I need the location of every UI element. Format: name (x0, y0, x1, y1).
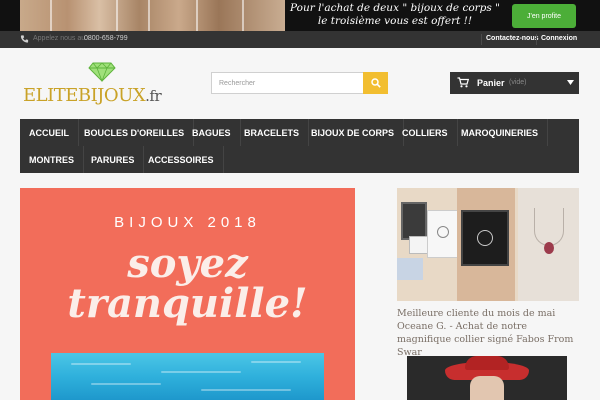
cart-icon (457, 77, 469, 88)
hero-pool-image (51, 353, 324, 400)
menu-item-colliers[interactable]: COLLIERS (393, 119, 458, 146)
promo-line-2: le troisième vous est offert !! (317, 15, 473, 27)
search-button[interactable] (363, 72, 388, 94)
logo-main: ELITEBIJOUX (23, 85, 146, 106)
diamond-icon (88, 62, 116, 82)
menu-item-accessoires[interactable]: ACCESSOIRES (139, 146, 224, 173)
cart-button[interactable]: Panier (vide) (450, 72, 579, 94)
promo-text: Pour l'achat de deux " bijoux de corps "… (290, 2, 500, 28)
hero-kicker: BIJOUX 2018 (114, 214, 261, 231)
menu-item-label: COLLIERS (402, 127, 448, 138)
login-link[interactable]: Connexion (541, 35, 577, 42)
menu-item-label: BAGUES (192, 127, 231, 138)
menu-item-accueil[interactable]: ACCUEIL (20, 119, 79, 146)
call-label: Appelez nous au : (33, 35, 90, 42)
customer-photo[interactable] (397, 188, 579, 301)
contact-link[interactable]: Contactez-nous (486, 35, 539, 42)
main-menu: ACCUEIL BOUCLES D'OREILLES BAGUES BRACEL… (20, 119, 579, 173)
phone-icon (20, 35, 29, 43)
cart-label: Panier (477, 78, 505, 88)
menu-item-label: PARURES (91, 154, 135, 165)
divider (481, 34, 482, 45)
search-input[interactable]: Rechercher (211, 72, 363, 94)
hero-banner[interactable]: BIJOUX 2018 soyez tranquille! (20, 188, 355, 400)
top-bar: Appelez nous au : 0800-658-799 Contactez… (0, 31, 600, 48)
promo-photo (20, 0, 285, 31)
search-icon (370, 78, 381, 88)
menu-item-label: MONTRES (29, 154, 74, 165)
menu-item-label: BOUCLES D'OREILLES (84, 127, 185, 138)
menu-item-bagues[interactable]: BAGUES (183, 119, 241, 146)
menu-item-maroquineries[interactable]: MAROQUINERIES (452, 119, 549, 146)
logo-tld: .fr (145, 87, 162, 105)
menu-item-label: ACCUEIL (29, 127, 69, 138)
hero-headline-1: soyez (127, 240, 248, 287)
site-logo[interactable]: ELITEBIJOUX.fr (23, 85, 162, 106)
customer-caption[interactable]: Meilleure cliente du mois de mai Oceane … (397, 307, 579, 359)
menu-item-label: ACCESSOIRES (148, 154, 214, 165)
cart-status: (vide) (509, 79, 527, 86)
menu-item-bracelets[interactable]: BRACELETS (235, 119, 310, 146)
menu-item-boucles-d-oreilles[interactable]: BOUCLES D'OREILLES (75, 119, 195, 146)
hat-photo[interactable] (407, 356, 567, 400)
phone-number[interactable]: 0800-658-799 (84, 35, 128, 42)
hero-headline-2: tranquille! (67, 280, 308, 327)
chevron-down-icon (567, 80, 574, 85)
promo-button[interactable]: J'en profite (512, 4, 576, 28)
menu-item-parures[interactable]: PARURES (82, 146, 145, 173)
menu-item-label: BRACELETS (244, 127, 300, 138)
menu-item-montres[interactable]: MONTRES (20, 146, 84, 173)
menu-item-label: BIJOUX DE CORPS (311, 127, 395, 138)
promo-banner[interactable]: Pour l'achat de deux " bijoux de corps "… (0, 0, 600, 31)
divider (536, 34, 537, 45)
promo-line-1: Pour l'achat de deux " bijoux de corps " (290, 2, 500, 14)
menu-item-label: MAROQUINERIES (461, 127, 539, 138)
menu-item-bijoux-de-corps[interactable]: BIJOUX DE CORPS (302, 119, 405, 146)
